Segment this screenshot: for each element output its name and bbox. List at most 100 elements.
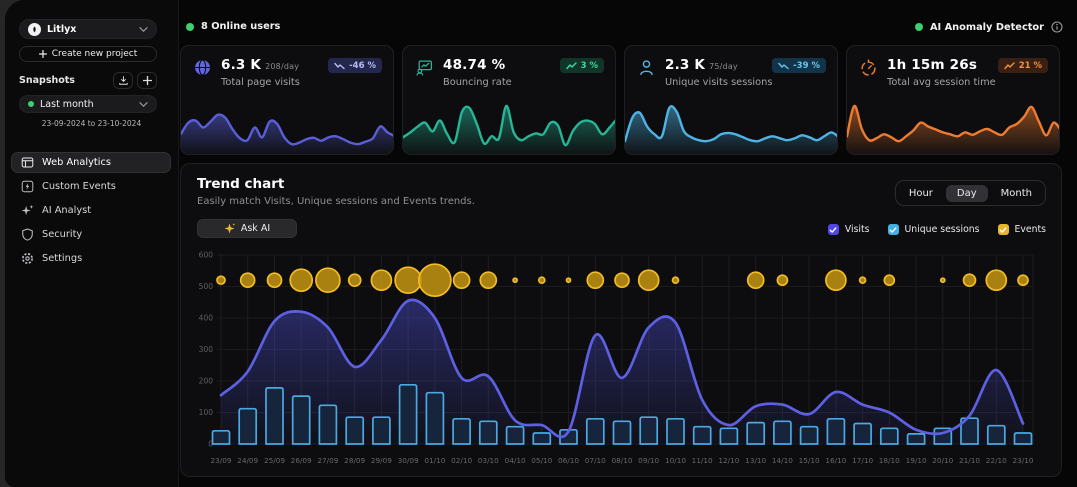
snapshots-label: Snapshots: [19, 75, 75, 86]
svg-text:10/10: 10/10: [665, 456, 686, 465]
legend-events: Events: [998, 224, 1046, 235]
create-project-button[interactable]: Create new project: [19, 46, 157, 62]
ai-star-icon: [224, 223, 235, 234]
app-window: Litlyx Create new project Snapshots Last…: [5, 0, 1077, 487]
svg-text:01/10: 01/10: [424, 456, 445, 465]
svg-text:11/10: 11/10: [692, 456, 713, 465]
plus-icon: [39, 50, 47, 58]
legend-checkbox-visits[interactable]: [828, 224, 839, 235]
anomaly-detector-label: AI Anomaly Detector: [930, 22, 1044, 33]
sparkline-total-page-visits: [181, 96, 394, 154]
sparkline-session-time: [847, 96, 1060, 154]
timer-icon: [860, 59, 877, 76]
anomaly-status-dot: [915, 23, 923, 31]
stat-label: Total avg session time: [887, 77, 996, 88]
svg-text:02/10: 02/10: [451, 456, 472, 465]
online-users-label: 8 Online users: [201, 21, 280, 32]
snapshot-selected-value: Last month: [40, 99, 139, 110]
litlyx-logo-icon: [30, 24, 39, 35]
stat-card-bouncing-rate[interactable]: 48.74 % Bouncing rate 3 %: [402, 45, 616, 155]
sidebar-nav: Web Analytics Custom Events AI Analyst S…: [11, 152, 171, 272]
svg-text:09/10: 09/10: [638, 456, 659, 465]
sidebar-item-settings[interactable]: Settings: [11, 248, 171, 269]
sparkline-unique-sessions: [625, 96, 838, 154]
svg-text:04/10: 04/10: [505, 456, 526, 465]
download-icon: [118, 75, 129, 86]
trend-up-icon: [566, 61, 577, 71]
event-bolt-icon: [21, 180, 34, 193]
info-icon[interactable]: [1051, 21, 1063, 33]
legend-visits: Visits: [828, 224, 870, 235]
svg-text:25/09: 25/09: [264, 456, 285, 465]
export-snapshot-button[interactable]: [113, 72, 133, 89]
svg-text:19/10: 19/10: [906, 456, 927, 465]
snapshot-select[interactable]: Last month: [19, 95, 157, 113]
snapshot-date-range: 23-09-2024 to 23-10-2024: [5, 119, 178, 128]
chevron-down-icon: [139, 26, 148, 33]
project-name: Litlyx: [47, 24, 139, 35]
stat-card-total-page-visits[interactable]: 6.3 K208/day Total page visits -46 %: [180, 45, 394, 155]
trend-chart-area: 010020030040050060023/0924/0925/0926/092…: [187, 248, 1057, 474]
project-selector[interactable]: Litlyx: [19, 19, 157, 39]
stat-value: 48.74 %: [443, 57, 509, 73]
check-icon: [829, 226, 837, 234]
legend-checkbox-unique-sessions[interactable]: [888, 224, 899, 235]
tab-day[interactable]: Day: [946, 185, 988, 202]
check-icon: [999, 226, 1007, 234]
trend-badge: 3 %: [560, 58, 604, 73]
sidebar: Litlyx Create new project Snapshots Last…: [5, 0, 179, 487]
shield-icon: [21, 228, 34, 241]
sidebar-item-ai-analyst[interactable]: AI Analyst: [11, 200, 171, 221]
svg-text:08/10: 08/10: [611, 456, 632, 465]
stat-label: Bouncing rate: [443, 77, 512, 88]
sparkline-bouncing-rate: [403, 96, 616, 154]
svg-text:16/10: 16/10: [825, 456, 846, 465]
svg-text:400: 400: [199, 314, 214, 323]
tab-hour[interactable]: Hour: [898, 185, 944, 202]
svg-text:21/10: 21/10: [959, 456, 980, 465]
legend-checkbox-events[interactable]: [998, 224, 1009, 235]
svg-text:300: 300: [199, 345, 214, 354]
stat-label: Total page visits: [221, 77, 300, 88]
svg-text:200: 200: [199, 377, 214, 386]
svg-text:17/10: 17/10: [852, 456, 873, 465]
svg-text:15/10: 15/10: [799, 456, 820, 465]
trend-badge: -46 %: [328, 58, 382, 73]
online-status-dot: [186, 23, 194, 31]
svg-text:28/09: 28/09: [344, 456, 365, 465]
svg-text:27/09: 27/09: [317, 456, 338, 465]
check-icon: [889, 226, 897, 234]
svg-text:29/09: 29/09: [371, 456, 392, 465]
sidebar-item-security[interactable]: Security: [11, 224, 171, 245]
project-avatar: [28, 23, 41, 36]
stat-rate: 75/day: [709, 62, 738, 71]
svg-text:23/09: 23/09: [210, 456, 231, 465]
stat-value: 2.3 K75/day: [665, 57, 738, 73]
browser-icon: [21, 156, 34, 169]
tab-month[interactable]: Month: [990, 185, 1043, 202]
stat-value: 6.3 K208/day: [221, 57, 299, 73]
stat-label: Unique visits sessions: [665, 77, 772, 88]
trend-badge: 21 %: [998, 58, 1048, 73]
trend-chart-canvas: 010020030040050060023/0924/0925/0926/092…: [187, 248, 1057, 474]
add-snapshot-button[interactable]: [137, 72, 157, 89]
sidebar-item-custom-events[interactable]: Custom Events: [11, 176, 171, 197]
person-icon: [638, 59, 655, 76]
ask-ai-button[interactable]: Ask AI: [197, 219, 297, 238]
globe-icon: [194, 59, 211, 76]
svg-text:24/09: 24/09: [237, 456, 258, 465]
svg-text:05/10: 05/10: [531, 456, 552, 465]
stat-card-unique-sessions[interactable]: 2.3 K75/day Unique visits sessions -39 %: [624, 45, 838, 155]
svg-text:14/10: 14/10: [772, 456, 793, 465]
stat-card-session-time[interactable]: 1h 15m 26s Total avg session time 21 %: [846, 45, 1060, 155]
svg-text:600: 600: [199, 251, 214, 260]
svg-text:03/10: 03/10: [478, 456, 499, 465]
create-project-label: Create new project: [52, 49, 137, 59]
sidebar-item-web-analytics[interactable]: Web Analytics: [11, 152, 171, 173]
panel-subtitle: Easily match Visits, Unique sessions and…: [197, 196, 475, 207]
panel-title: Trend chart: [197, 176, 284, 192]
chevron-down-icon: [139, 101, 148, 108]
svg-text:500: 500: [199, 282, 214, 291]
online-users-indicator: 8 Online users: [186, 21, 280, 32]
sparkles-icon: [21, 204, 34, 217]
